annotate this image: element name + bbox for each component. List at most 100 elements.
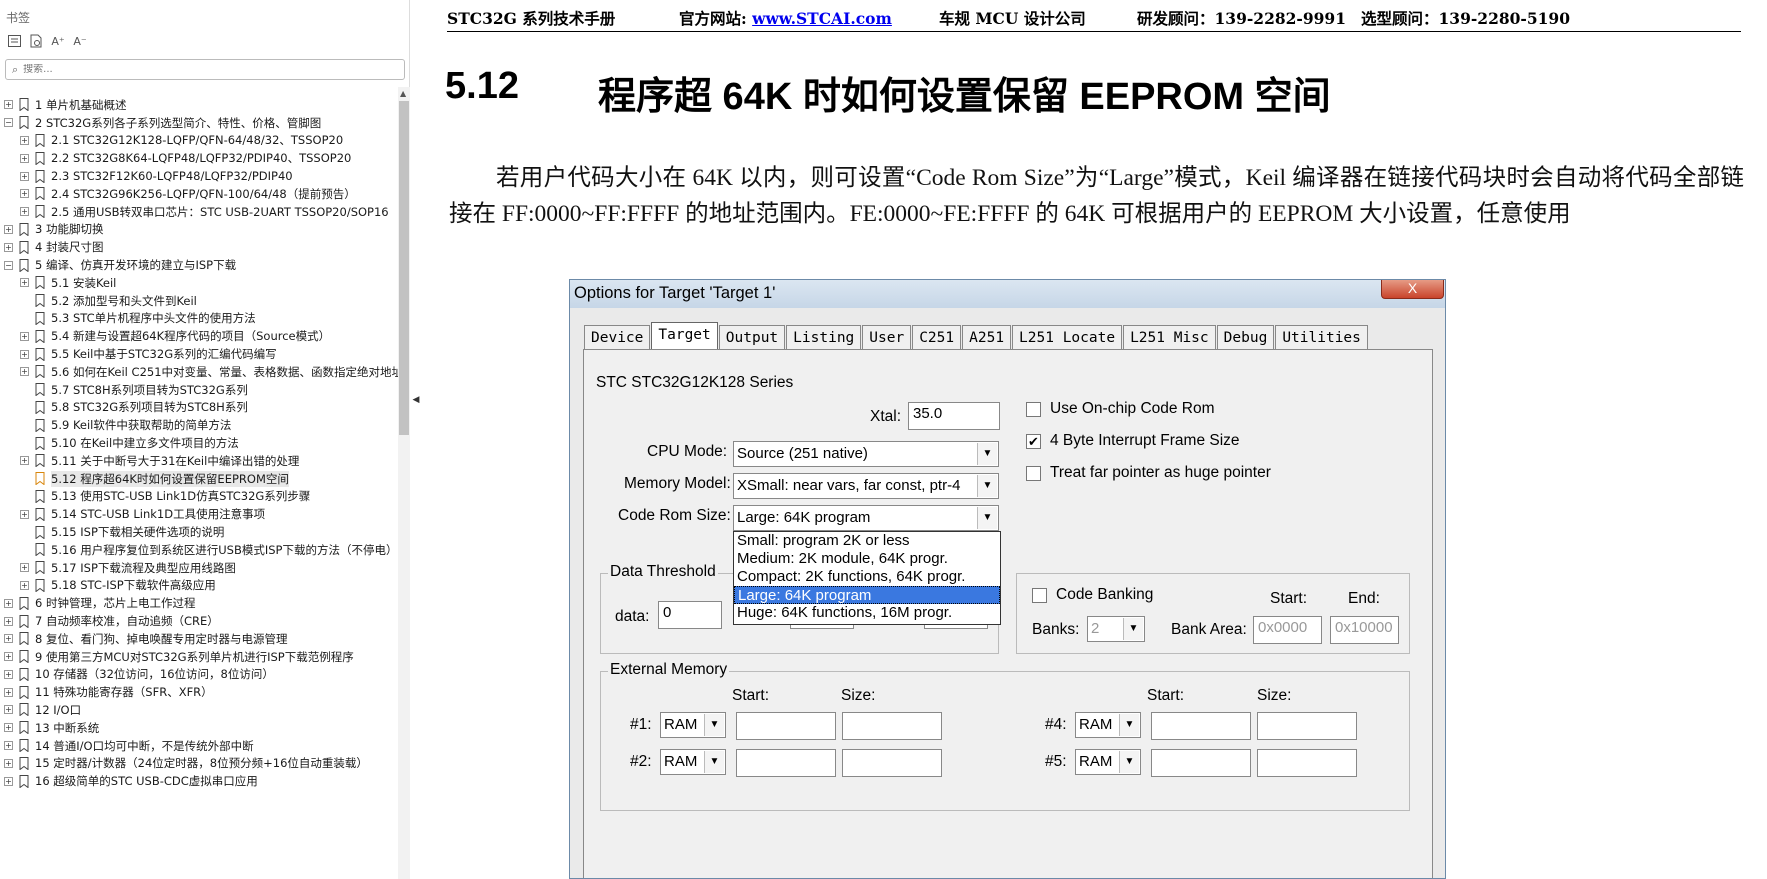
bookmark-find-icon[interactable] — [28, 33, 44, 49]
bookmark-item[interactable]: 5.8 STC32G系列项目转为STC8H系列 — [0, 399, 397, 417]
bookmark-item[interactable]: 5.16 用户程序复位到系统区进行USB模式ISP下载的方法（不停电） — [0, 541, 398, 559]
bookmark-item[interactable]: +5.11 关于中断号大于31在Keil中编译出错的处理 — [0, 452, 397, 470]
ext-start-input[interactable] — [736, 749, 836, 777]
memory-model-select[interactable]: XSmall: near vars, far const, ptr-4 ▼ — [733, 473, 999, 499]
far-pointer-checkbox[interactable]: Treat far pointer as huge pointer — [1026, 464, 1271, 482]
tab-target[interactable]: Target — [651, 322, 718, 350]
expand-toggle-icon[interactable]: + — [4, 634, 13, 644]
onchip-rom-checkbox[interactable]: Use On-chip Code Rom — [1026, 400, 1215, 418]
font-increase-icon[interactable]: A⁺ — [50, 33, 66, 49]
ext-type-select[interactable]: RAM ▼ — [660, 712, 726, 738]
bookmark-item[interactable]: 5.9 Keil软件中获取帮助的简单方法 — [0, 416, 397, 434]
chevron-down-icon[interactable]: ▼ — [704, 714, 724, 736]
expand-toggle-icon[interactable]: + — [4, 652, 13, 662]
ext-size-input[interactable] — [1257, 712, 1357, 740]
chevron-down-icon[interactable]: ▼ — [1119, 714, 1139, 736]
expand-toggle-icon[interactable]: + — [4, 100, 13, 110]
bookmark-item[interactable]: +5.14 STC-USB Link1D工具使用注意事项 — [0, 505, 397, 523]
bookmark-item[interactable]: +4 封装尺寸图 — [0, 238, 397, 256]
dropdown-option[interactable]: Medium: 2K module, 64K progr. — [734, 550, 1000, 568]
expand-toggle-icon[interactable]: − — [4, 260, 13, 270]
chevron-down-icon[interactable]: ▼ — [977, 475, 997, 497]
expand-toggle-icon[interactable]: + — [20, 509, 29, 519]
bookmark-item[interactable]: +6 时钟管理，芯片上电工作过程 — [0, 594, 397, 612]
bookmark-search[interactable]: ⌕ — [5, 59, 405, 80]
expand-toggle-icon[interactable]: + — [4, 758, 13, 768]
bookmark-item[interactable]: +9 使用第三方MCU对STC32G系列单片机进行ISP下载范例程序 — [0, 648, 397, 666]
ext-type-select[interactable]: RAM ▼ — [1075, 749, 1141, 775]
banks-select[interactable]: 2 ▼ — [1087, 616, 1145, 642]
bookmark-item[interactable]: +2.2 STC32G8K64-LQFP48/LQFP32/PDIP40、TSS… — [0, 149, 397, 167]
tab-listing[interactable]: Listing — [786, 325, 862, 350]
bookmark-item[interactable]: 5.7 STC8H系列项目转为STC32G系列 — [0, 381, 397, 399]
bookmark-item[interactable]: +10 存储器（32位访问，16位访问，8位访问） — [0, 666, 397, 684]
ext-size-input[interactable] — [1257, 749, 1357, 777]
collapse-sidebar-icon[interactable]: ◀ — [411, 387, 421, 413]
bookmark-item[interactable]: +5.17 ISP下载流程及典型应用线路图 — [0, 559, 397, 577]
bookmark-item[interactable]: +1 单片机基础概述 — [0, 96, 397, 114]
tab-utilities[interactable]: Utilities — [1275, 325, 1368, 350]
expand-toggle-icon[interactable]: + — [20, 153, 29, 163]
chevron-down-icon[interactable]: ▼ — [977, 507, 997, 529]
expand-toggle-icon[interactable]: − — [4, 118, 13, 128]
bookmark-item[interactable]: +8 复位、看门狗、掉电唤醒专用定时器与电源管理 — [0, 630, 397, 648]
tab-debug[interactable]: Debug — [1216, 325, 1275, 350]
bookmark-item[interactable]: +3 功能脚切换 — [0, 221, 397, 239]
bookmark-item[interactable]: − 2 STC32G系列各子系列选型简介、特性、价格、管脚图 — [0, 114, 397, 132]
checkbox-box[interactable] — [1026, 401, 1041, 417]
expand-toggle-icon[interactable]: + — [4, 687, 13, 697]
ext-start-input[interactable] — [736, 712, 836, 740]
cpu-mode-select[interactable]: Source (251 native) ▼ — [733, 441, 999, 467]
expand-toggle-icon[interactable]: + — [20, 367, 29, 377]
tab-l251-misc[interactable]: L251 Misc — [1123, 325, 1216, 350]
tab-l251-locate[interactable]: L251 Locate — [1012, 325, 1123, 350]
bookmark-item[interactable]: +5.18 STC-ISP下载软件高级应用 — [0, 577, 397, 595]
bookmark-item[interactable]: +13 中断系统 — [0, 719, 397, 737]
code-banking-checkbox[interactable]: Code Banking — [1032, 586, 1153, 604]
bookmark-item[interactable]: +5.6 如何在Keil C251中对变量、常量、表格数据、函数指定绝对地址 — [0, 363, 403, 381]
expand-toggle-icon[interactable]: + — [4, 598, 13, 608]
bookmark-item[interactable]: 5.13 使用STC-USB Link1D仿真STC32G系列步骤 — [0, 488, 397, 506]
expand-toggle-icon[interactable]: + — [20, 189, 29, 199]
expand-all-icon[interactable] — [6, 33, 22, 49]
bookmark-item[interactable]: +12 I/O口 — [0, 701, 397, 719]
ext-start-input[interactable] — [1151, 712, 1251, 740]
bookmark-item[interactable]: +2.3 STC32F12K60-LQFP48/LQFP32/PDIP40 — [0, 167, 397, 185]
code-rom-select[interactable]: Large: 64K program ▼ — [733, 505, 999, 531]
expand-toggle-icon[interactable]: + — [4, 242, 13, 252]
bookmark-item[interactable]: 5.2 添加型号和头文件到Keil — [0, 292, 397, 310]
expand-toggle-icon[interactable]: + — [4, 669, 13, 679]
bookmark-item[interactable]: 5.10 在Keil中建立多文件项目的方法 — [0, 434, 397, 452]
bookmark-item[interactable]: +16 超级简单的STC USB-CDC虚拟串口应用 — [0, 772, 397, 790]
checkbox-box[interactable]: ✔ — [1026, 433, 1041, 449]
bookmark-item[interactable]: +2.1 STC32G12K128-LQFP/QFN-64/48/32、TSSO… — [0, 132, 397, 150]
chevron-down-icon[interactable]: ▼ — [1123, 618, 1143, 640]
checkbox-box[interactable] — [1026, 465, 1041, 481]
dropdown-option[interactable]: Huge: 64K functions, 16M progr. — [734, 604, 1000, 622]
chevron-down-icon[interactable]: ▼ — [977, 443, 997, 465]
expand-toggle-icon[interactable]: + — [20, 207, 29, 217]
bookmark-item[interactable]: +15 定时器/计数器（24位定时器，8位预分频+16位自动重装载） — [0, 754, 397, 772]
checkbox-box[interactable] — [1032, 587, 1047, 603]
tab-user[interactable]: User — [862, 325, 912, 350]
expand-toggle-icon[interactable]: + — [4, 616, 13, 626]
expand-toggle-icon[interactable]: + — [20, 349, 29, 359]
tab-output[interactable]: Output — [718, 325, 786, 350]
dropdown-option[interactable]: Large: 64K program — [734, 586, 1000, 604]
bookmark-item[interactable]: 5.15 ISP下载相关硬件选项的说明 — [0, 523, 397, 541]
bookmark-item[interactable]: +7 自动频率校准，自动追频（CRE） — [0, 612, 397, 630]
expand-toggle-icon[interactable]: + — [20, 171, 29, 181]
ext-start-input[interactable] — [1151, 749, 1251, 777]
sidebar-scrollbar[interactable]: ▲ — [398, 87, 410, 879]
interrupt-frame-checkbox[interactable]: ✔ 4 Byte Interrupt Frame Size — [1026, 432, 1240, 450]
bank-start-input[interactable]: 0x0000 — [1253, 616, 1322, 644]
expand-toggle-icon[interactable]: + — [20, 563, 29, 573]
bookmark-item[interactable]: +5.1 安装Keil — [0, 274, 397, 292]
bookmark-item[interactable]: 5.3 STC单片机程序中头文件的使用方法 — [0, 310, 397, 328]
expand-toggle-icon[interactable]: + — [20, 456, 29, 466]
bookmark-item[interactable]: +2.5 通用USB转双串口芯片：STC USB-2UART TSSOP20/S… — [0, 203, 397, 221]
search-input[interactable] — [23, 64, 374, 75]
dropdown-option[interactable]: Compact: 2K functions, 64K progr. — [734, 568, 1000, 586]
website-link[interactable]: www.STCAI.com — [752, 9, 892, 28]
chevron-down-icon[interactable]: ▼ — [1119, 751, 1139, 773]
